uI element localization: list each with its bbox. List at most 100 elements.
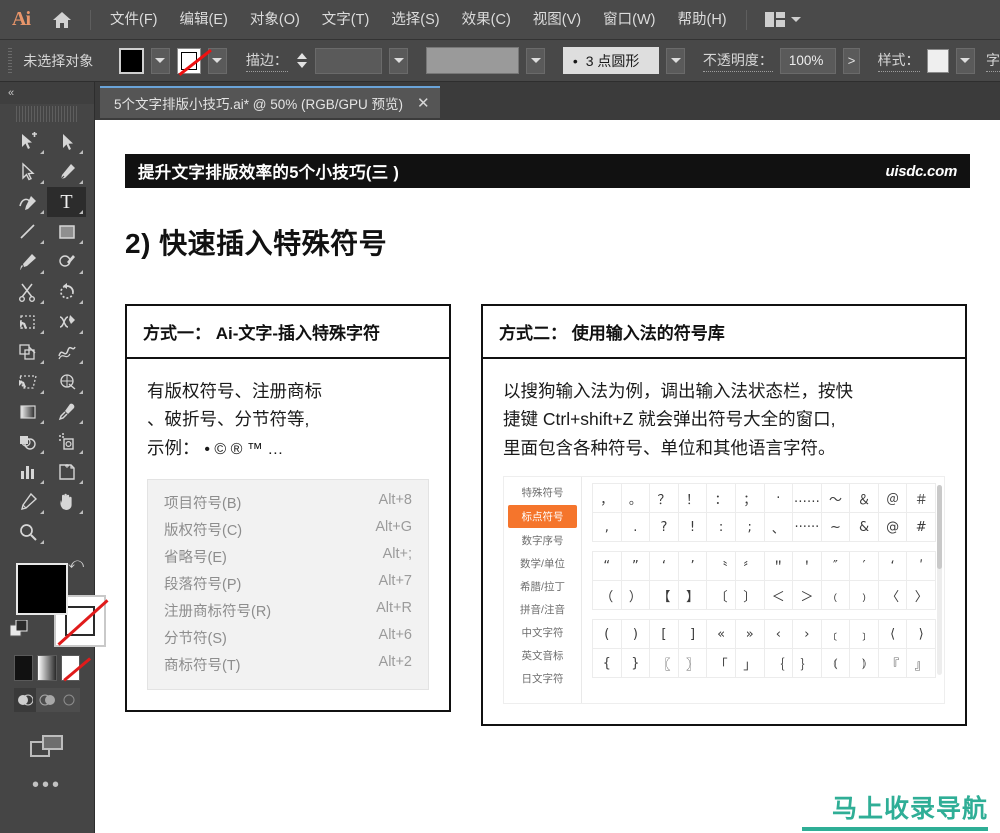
symbol-cell[interactable]: ﹞	[850, 620, 879, 650]
menu-item-1[interactable]: 编辑(E)	[169, 0, 239, 40]
curvature-tool[interactable]	[8, 187, 47, 217]
hand-tool[interactable]	[47, 487, 86, 517]
stroke-weight-stepper[interactable]	[295, 48, 309, 74]
symbol-cell[interactable]: ?	[650, 513, 679, 543]
symbol-category-8[interactable]: 日文字符	[504, 667, 581, 690]
symbol-cell[interactable]: ｝	[793, 649, 822, 679]
selection-tool[interactable]	[8, 127, 47, 157]
gradient-mesh-tool[interactable]	[47, 367, 86, 397]
stroke-profile-dropdown[interactable]	[526, 47, 546, 74]
graphic-style-swatch[interactable]	[926, 48, 949, 73]
symbol-cell[interactable]: ]	[678, 620, 708, 650]
pen-tool[interactable]	[47, 157, 86, 187]
width-tool[interactable]	[47, 307, 86, 337]
default-fill-stroke-icon[interactable]	[9, 619, 30, 645]
symbol-cell[interactable]: {	[593, 649, 622, 679]
eyedropper-tool[interactable]	[47, 397, 86, 427]
symbol-cell[interactable]: 『	[878, 649, 908, 679]
symbol-cell[interactable]: #	[907, 513, 936, 543]
color-mode-solid[interactable]	[14, 655, 34, 681]
menu-item-2[interactable]: 对象(O)	[239, 0, 311, 40]
symbol-cell[interactable]: ʹ	[907, 552, 936, 582]
symbol-cell[interactable]: ﹝	[821, 620, 851, 650]
menu-item-7[interactable]: 窗口(W)	[592, 0, 666, 40]
opacity-options-button[interactable]: >	[842, 47, 861, 74]
zoom-tool[interactable]	[8, 517, 47, 547]
stroke-weight-input[interactable]	[315, 47, 383, 74]
symbol-cell[interactable]: ！	[678, 484, 708, 514]
paintbrush-tool[interactable]	[8, 247, 47, 277]
symbol-cell[interactable]: 」	[735, 649, 765, 679]
symbol-cell[interactable]: 。	[621, 484, 651, 514]
symbol-cell[interactable]: ～	[821, 484, 851, 514]
symbol-cell[interactable]: ⟨	[878, 620, 908, 650]
symbol-cell[interactable]: ʻ	[878, 552, 908, 582]
stroke-color-swatch[interactable]	[176, 47, 201, 74]
more-tools-button[interactable]: •••	[0, 774, 94, 797]
menu-item-4[interactable]: 选择(S)	[380, 0, 450, 40]
menu-item-6[interactable]: 视图(V)	[522, 0, 592, 40]
symbol-cell[interactable]: 〉	[907, 581, 936, 611]
symbol-cell[interactable]: ‹	[764, 620, 794, 650]
symbol-cell[interactable]: ＆	[850, 484, 879, 514]
artboard-tool[interactable]	[47, 457, 86, 487]
symbol-cell[interactable]: ＞	[793, 581, 822, 611]
symbol-cell[interactable]: ⦆	[850, 649, 879, 679]
rectangle-tool[interactable]	[47, 217, 86, 247]
scissors-tool[interactable]	[8, 277, 47, 307]
symbol-cell[interactable]: @	[878, 513, 908, 543]
menu-item-5[interactable]: 效果(C)	[451, 0, 522, 40]
symbol-cell[interactable]: »	[735, 620, 765, 650]
symbol-cell[interactable]: 〕	[735, 581, 765, 611]
symbol-cell[interactable]: ’	[678, 552, 708, 582]
symbol-cell[interactable]: ；	[735, 484, 765, 514]
stroke-weight-dropdown[interactable]	[389, 47, 409, 74]
symbol-cell[interactable]: ＂	[764, 552, 794, 582]
symbol-cell[interactable]: ＃	[907, 484, 936, 514]
symbol-cell[interactable]: ;	[735, 513, 765, 543]
symbol-cell[interactable]: ″	[821, 552, 851, 582]
brush-definition-select[interactable]: • 3 点圆形	[562, 47, 660, 74]
symbol-cell[interactable]: 〈	[878, 581, 908, 611]
stroke-weight-label[interactable]: 描边：	[245, 50, 288, 72]
symbol-cell[interactable]: &	[850, 513, 879, 543]
symbol-cell[interactable]: ，	[593, 484, 622, 514]
canvas-area[interactable]: 提升文字排版效率的5个小技巧(三 ) uisdc.com 2) 快速插入特殊符号…	[95, 120, 1000, 833]
magic-wand-tool[interactable]	[8, 157, 47, 187]
color-mode-none[interactable]	[60, 655, 80, 681]
symbol-cell[interactable]: !	[678, 513, 708, 543]
symbol-cell[interactable]: ⦅	[821, 649, 851, 679]
menu-item-0[interactable]: 文件(F)	[99, 0, 169, 40]
symbol-cell[interactable]: ······	[793, 513, 822, 543]
fill-dropdown-button[interactable]	[150, 47, 170, 74]
symbol-cell[interactable]: 「	[707, 649, 736, 679]
symbol-cell[interactable]: ”	[621, 552, 651, 582]
symbol-cell[interactable]: ＠	[878, 484, 908, 514]
menu-item-3[interactable]: 文字(T)	[311, 0, 381, 40]
fill-color-swatch[interactable]	[119, 47, 144, 74]
symbol-cell[interactable]: 〗	[678, 649, 708, 679]
perspective-grid-tool[interactable]	[8, 367, 47, 397]
stroke-profile-preview[interactable]	[425, 47, 520, 74]
symbol-cell[interactable]: 〞	[735, 552, 765, 582]
tools-panel-grip[interactable]	[16, 106, 78, 122]
control-bar-grip[interactable]	[8, 47, 13, 74]
free-transform-tool[interactable]	[8, 307, 47, 337]
symbol-cell[interactable]: 』	[907, 649, 936, 679]
type-tool[interactable]: T	[47, 187, 86, 217]
symbol-scrollbar[interactable]	[937, 485, 942, 676]
symbol-cell[interactable]: ＜	[764, 581, 794, 611]
swap-fill-stroke-icon[interactable]: ⤺	[68, 555, 84, 572]
symbol-category-5[interactable]: 拼音/注音	[504, 598, 581, 621]
symbol-cell[interactable]: ？	[650, 484, 679, 514]
symbol-category-0[interactable]: 特殊符号	[504, 481, 581, 504]
graphic-style-dropdown[interactable]	[955, 47, 975, 74]
symbol-cell[interactable]: ：	[707, 484, 736, 514]
symbol-category-6[interactable]: 中文字符	[504, 621, 581, 644]
fill-color-box[interactable]	[16, 563, 68, 615]
symbol-cell[interactable]: 〔	[707, 581, 736, 611]
symbol-cell[interactable]: ＇	[793, 552, 822, 582]
rotate-tool[interactable]	[47, 277, 86, 307]
symbol-cell[interactable]: “	[593, 552, 622, 582]
tools-panel-collapse-button[interactable]: «	[0, 82, 94, 104]
